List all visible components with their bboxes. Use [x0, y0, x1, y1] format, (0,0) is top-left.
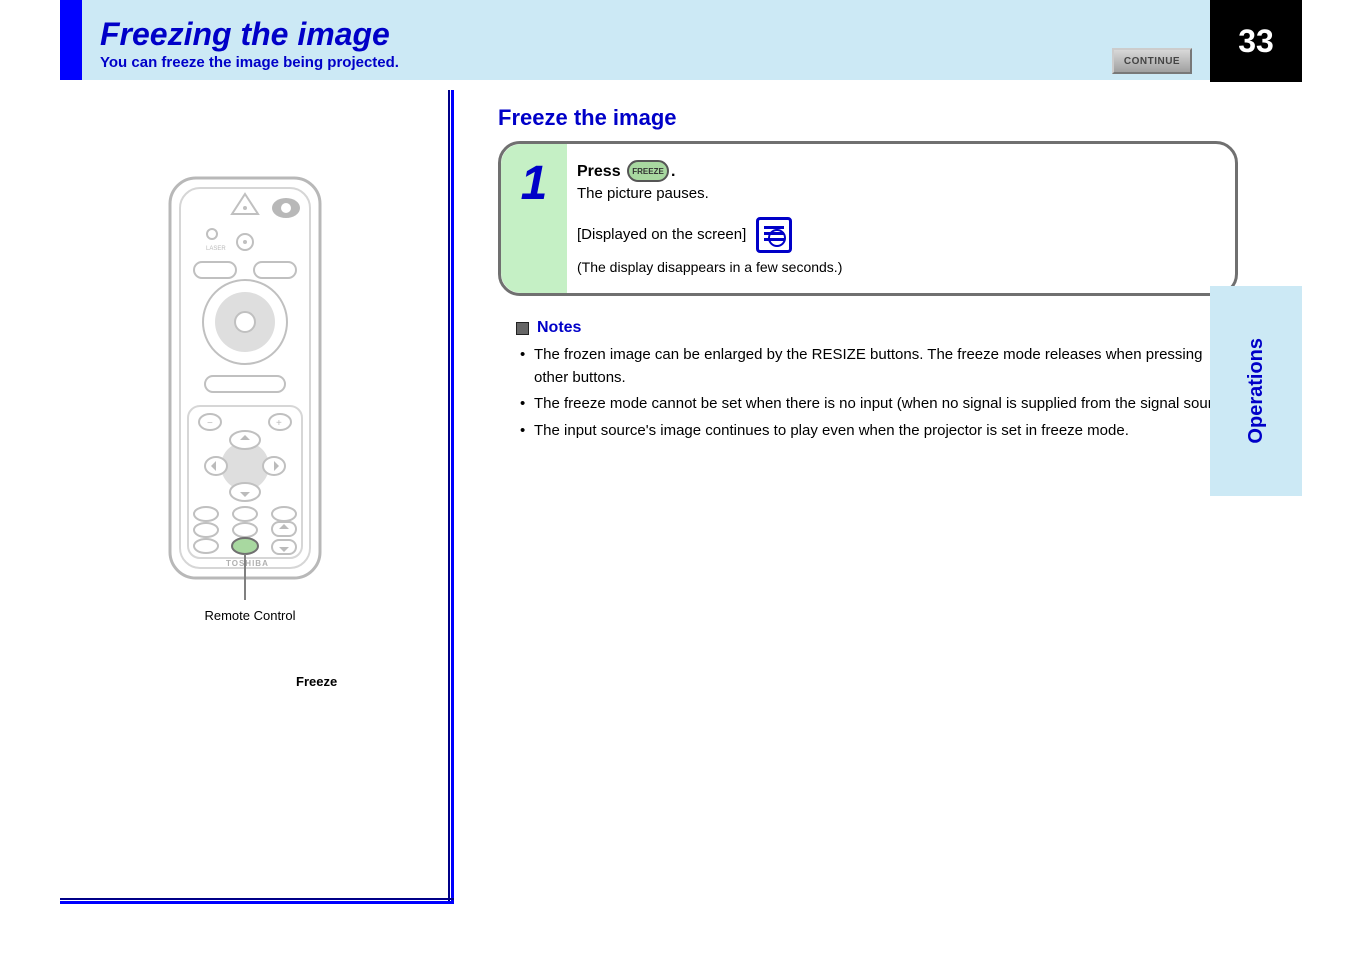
- right-column: Freeze the image 1 Press FREEZE. The pic…: [480, 105, 1238, 914]
- page-title: Freezing the image: [100, 16, 390, 53]
- left-border-horizontal: [60, 898, 454, 904]
- remote-illustration: LASER − +: [60, 90, 440, 623]
- svg-text:TOSHIBA: TOSHIBA: [226, 559, 269, 568]
- section-title-freeze: Freeze the image: [498, 105, 1238, 131]
- side-tab: Operations: [1210, 286, 1302, 496]
- continue-button[interactable]: CONTINUE: [1112, 48, 1192, 74]
- note-item: The input source's image continues to pl…: [520, 420, 1238, 443]
- step-sub-line: The picture pauses.: [577, 183, 1217, 205]
- note-item: The freeze mode cannot be set when there…: [520, 393, 1238, 416]
- notes-heading: Notes: [537, 316, 581, 340]
- header-left-strip: [60, 0, 82, 80]
- step-number: 1: [521, 156, 548, 211]
- step-band: 1: [501, 144, 567, 293]
- page-number: 33: [1210, 0, 1302, 82]
- svg-text:−: −: [207, 418, 213, 429]
- example-note: (The display disappears in a few seconds…: [577, 257, 1217, 277]
- step-line-pre: Press: [577, 163, 625, 180]
- left-border-vertical: [448, 90, 454, 904]
- page-subtitle: You can freeze the image being projected…: [100, 54, 399, 71]
- side-tab-label: Operations: [1245, 338, 1268, 444]
- svg-text:+: +: [276, 418, 282, 429]
- freeze-button-icon: FREEZE: [627, 160, 669, 182]
- remote-caption: Remote Control: [60, 608, 440, 623]
- step-content: Press FREEZE. The picture pauses. [Displ…: [571, 144, 1235, 293]
- note-item: The frozen image can be enlarged by the …: [520, 344, 1238, 389]
- remote-freeze-label: Freeze: [296, 674, 337, 689]
- notes-section: Notes The frozen image can be enlarged b…: [516, 316, 1238, 442]
- freeze-overlay-icon: [756, 217, 792, 253]
- overlay-label: [Displayed on the screen]: [577, 224, 746, 246]
- instruction-box-freeze: 1 Press FREEZE. The picture pauses. [Dis…: [498, 141, 1238, 296]
- bullet-square-icon: [516, 322, 529, 335]
- step-line-post: .: [671, 163, 675, 180]
- svg-text:LASER: LASER: [206, 246, 226, 252]
